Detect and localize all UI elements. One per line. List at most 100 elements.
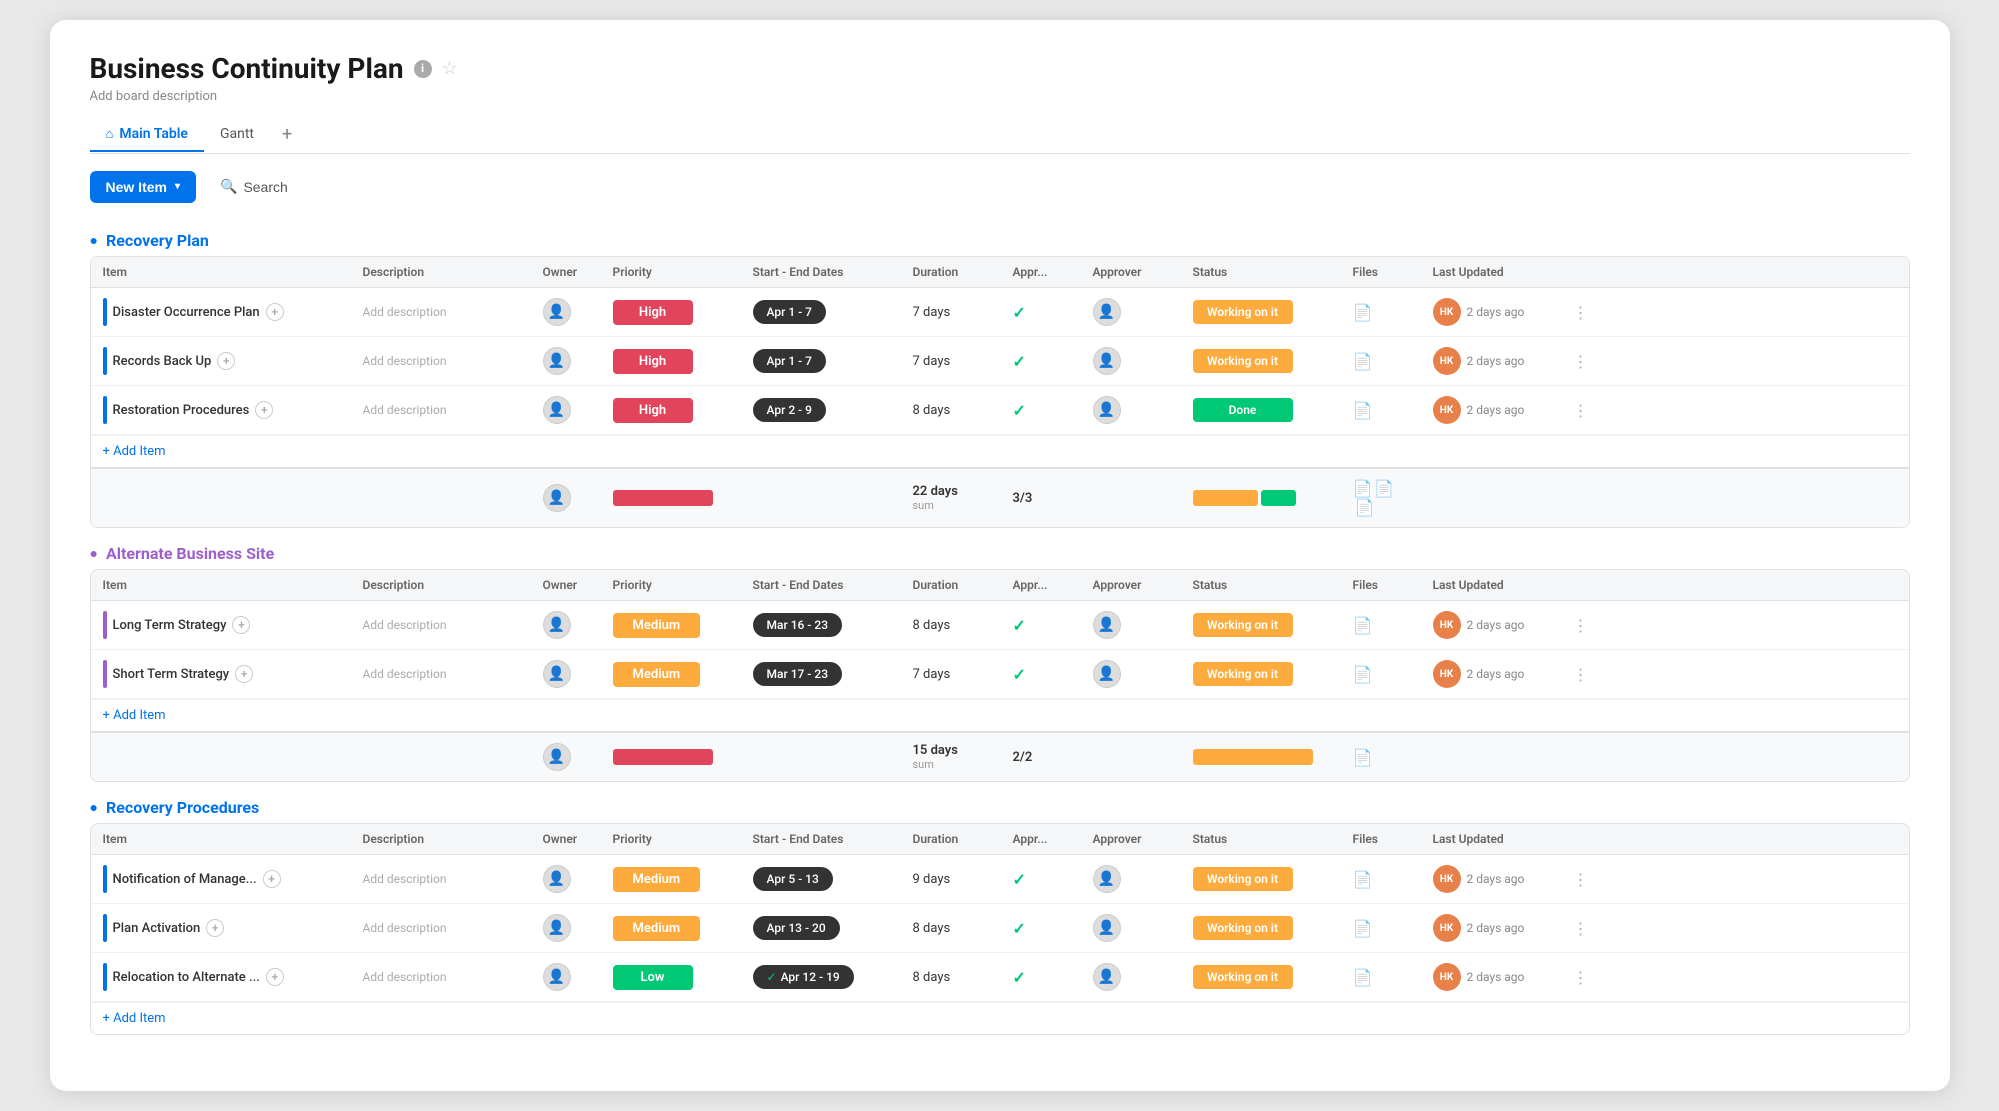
priority-col[interactable]: High	[601, 388, 741, 433]
status-badge[interactable]: Working on it	[1193, 965, 1293, 989]
more-col[interactable]: ⋮	[1561, 391, 1585, 430]
group-toggle-recovery-plan[interactable]: ●	[90, 232, 98, 249]
date-badge[interactable]: ✓Apr 12 - 19	[753, 965, 854, 989]
file-icon[interactable]: 📄	[1353, 401, 1373, 420]
more-icon[interactable]: ⋮	[1573, 401, 1589, 420]
group-toggle-recovery-procedures[interactable]: ●	[90, 799, 98, 816]
status-badge[interactable]: Working on it	[1193, 867, 1293, 891]
files-col[interactable]: 📄	[1341, 860, 1421, 899]
dates-col[interactable]: Apr 13 - 20	[741, 906, 901, 950]
files-col[interactable]: 📄	[1341, 958, 1421, 997]
add-description-text[interactable]: Add description	[363, 667, 447, 681]
date-badge[interactable]: Apr 13 - 20	[753, 916, 840, 940]
add-description-text[interactable]: Add description	[363, 970, 447, 984]
description-col[interactable]: Add description	[351, 862, 531, 896]
more-icon[interactable]: ⋮	[1573, 919, 1589, 938]
owner-col[interactable]: 👤	[531, 650, 601, 698]
status-col[interactable]: Working on it	[1181, 603, 1341, 647]
priority-badge[interactable]: High	[613, 300, 693, 325]
owner-avatar[interactable]: 👤	[543, 347, 571, 375]
more-col[interactable]: ⋮	[1561, 342, 1585, 381]
date-badge[interactable]: Apr 5 - 13	[753, 867, 833, 891]
files-col[interactable]: 📄	[1341, 391, 1421, 430]
priority-badge[interactable]: Medium	[613, 867, 701, 892]
add-description-text[interactable]: Add description	[363, 872, 447, 886]
owner-avatar[interactable]: 👤	[543, 396, 571, 424]
date-badge[interactable]: Mar 16 - 23	[753, 613, 843, 637]
priority-col[interactable]: Medium	[601, 857, 741, 902]
approver-col[interactable]: 👤	[1081, 953, 1181, 1001]
file-icon[interactable]: 📄	[1353, 352, 1373, 371]
more-icon[interactable]: ⋮	[1573, 352, 1589, 371]
priority-col[interactable]: Low	[601, 955, 741, 1000]
add-item-row[interactable]: + Add Item	[91, 435, 1909, 467]
owner-avatar[interactable]: 👤	[543, 611, 571, 639]
item-name[interactable]: Long Term Strategy +	[103, 611, 251, 639]
description-col[interactable]: Add description	[351, 911, 531, 945]
file-icon[interactable]: 📄	[1353, 665, 1373, 684]
priority-badge[interactable]: Low	[613, 965, 693, 990]
date-badge[interactable]: Apr 1 - 7	[753, 349, 827, 373]
approver-col[interactable]: 👤	[1081, 288, 1181, 336]
description-col[interactable]: Add description	[351, 608, 531, 642]
owner-col[interactable]: 👤	[531, 855, 601, 903]
files-col[interactable]: 📄	[1341, 606, 1421, 645]
approver-avatar[interactable]: 👤	[1093, 611, 1121, 639]
file-icon[interactable]: 📄	[1353, 919, 1373, 938]
priority-badge[interactable]: Medium	[613, 662, 701, 687]
owner-col[interactable]: 👤	[531, 386, 601, 434]
file-icon[interactable]: 📄	[1353, 303, 1373, 322]
dates-col[interactable]: Apr 5 - 13	[741, 857, 901, 901]
more-col[interactable]: ⋮	[1561, 655, 1585, 694]
owner-col[interactable]: 👤	[531, 953, 601, 1001]
approver-avatar[interactable]: 👤	[1093, 347, 1121, 375]
group-toggle-alternate-business-site[interactable]: ●	[90, 545, 98, 562]
status-badge[interactable]: Done	[1193, 398, 1293, 422]
item-name[interactable]: Plan Activation +	[103, 914, 225, 942]
status-badge[interactable]: Working on it	[1193, 613, 1293, 637]
status-badge[interactable]: Working on it	[1193, 662, 1293, 686]
approver-col[interactable]: 👤	[1081, 386, 1181, 434]
status-badge[interactable]: Working on it	[1193, 300, 1293, 324]
file-icon[interactable]: 📄	[1353, 870, 1373, 889]
files-col[interactable]: 📄	[1341, 909, 1421, 948]
owner-col[interactable]: 👤	[531, 337, 601, 385]
description-col[interactable]: Add description	[351, 295, 531, 329]
description-col[interactable]: Add description	[351, 960, 531, 994]
priority-badge[interactable]: High	[613, 398, 693, 423]
dates-col[interactable]: ✓Apr 12 - 19	[741, 955, 901, 999]
priority-col[interactable]: High	[601, 290, 741, 335]
owner-avatar[interactable]: 👤	[543, 865, 571, 893]
add-item-inline-icon[interactable]: +	[235, 665, 253, 683]
approver-col[interactable]: 👤	[1081, 337, 1181, 385]
date-badge[interactable]: Apr 1 - 7	[753, 300, 827, 324]
approver-col[interactable]: 👤	[1081, 855, 1181, 903]
status-col[interactable]: Working on it	[1181, 339, 1341, 383]
owner-col[interactable]: 👤	[531, 601, 601, 649]
tab-main-table[interactable]: ⌂ Main Table	[90, 118, 204, 152]
tab-add-button[interactable]: +	[270, 116, 304, 153]
dates-col[interactable]: Apr 1 - 7	[741, 339, 901, 383]
more-col[interactable]: ⋮	[1561, 909, 1585, 948]
approver-col[interactable]: 👤	[1081, 650, 1181, 698]
date-badge[interactable]: Mar 17 - 23	[753, 662, 843, 686]
more-icon[interactable]: ⋮	[1573, 665, 1589, 684]
priority-col[interactable]: Medium	[601, 652, 741, 697]
priority-badge[interactable]: Medium	[613, 916, 701, 941]
dates-col[interactable]: Mar 16 - 23	[741, 603, 901, 647]
add-item-inline-icon[interactable]: +	[232, 616, 250, 634]
dates-col[interactable]: Apr 2 - 9	[741, 388, 901, 432]
item-name[interactable]: Disaster Occurrence Plan +	[103, 298, 284, 326]
priority-col[interactable]: High	[601, 339, 741, 384]
status-col[interactable]: Working on it	[1181, 652, 1341, 696]
item-name[interactable]: Short Term Strategy +	[103, 660, 254, 688]
more-col[interactable]: ⋮	[1561, 606, 1585, 645]
description-col[interactable]: Add description	[351, 657, 531, 691]
item-name[interactable]: Relocation to Alternate ... +	[103, 963, 284, 991]
status-col[interactable]: Done	[1181, 388, 1341, 432]
add-item-row[interactable]: + Add Item	[91, 1002, 1909, 1034]
approver-avatar[interactable]: 👤	[1093, 963, 1121, 991]
group-title-alternate-business-site[interactable]: Alternate Business Site	[106, 544, 274, 563]
owner-avatar[interactable]: 👤	[543, 963, 571, 991]
priority-col[interactable]: Medium	[601, 603, 741, 648]
